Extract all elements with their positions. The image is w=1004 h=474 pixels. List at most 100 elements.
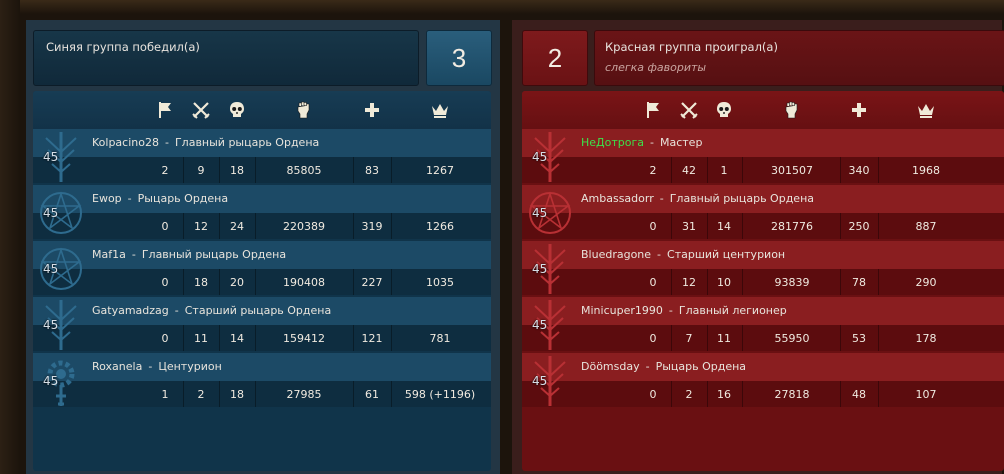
stat-points: 598 (+1196) <box>404 388 476 401</box>
player-name[interactable]: Döömsday <box>581 360 640 373</box>
player-name-line: Ewop - Рыцарь Ордена <box>92 192 228 205</box>
player-level: 45 <box>43 150 59 164</box>
column-divider <box>742 269 743 295</box>
player-row[interactable]: 45 НеДотрога - Мастер 2 42 1 301507 340 1968 <box>522 129 1004 185</box>
player-name[interactable]: Minicuper1990 <box>581 304 663 317</box>
stat-deaths: 14 <box>230 332 244 345</box>
column-divider <box>742 381 743 407</box>
blue-team-panel: Синяя группа победил(а) 3 45 Kolpacino28-… <box>26 20 500 474</box>
player-name[interactable]: Ambassadorr <box>581 192 654 205</box>
red-team-title: Красная группа проиграл(а) <box>605 40 778 54</box>
column-divider <box>183 325 184 351</box>
stat-flags: 0 <box>161 220 169 233</box>
player-level: 45 <box>532 318 548 332</box>
column-divider <box>219 213 220 239</box>
stat-points: 1267 <box>426 164 454 177</box>
player-name[interactable]: Bluedragone <box>581 248 651 261</box>
red-team-score: 2 <box>522 30 588 86</box>
player-level: 45 <box>43 262 59 276</box>
fist-icon <box>294 100 314 120</box>
stat-flags: 2 <box>161 164 169 177</box>
player-rank: Главный рыцарь Ордена <box>141 248 287 261</box>
crossed-swords-icon <box>679 100 699 120</box>
column-divider <box>671 325 672 351</box>
column-divider <box>255 325 256 351</box>
column-divider <box>255 381 256 407</box>
column-divider <box>707 269 708 295</box>
player-row[interactable]: 45 Gatyamadzag - Старший рыцарь Ордена 0 11 14… <box>33 297 491 353</box>
stat-damage: 301507 <box>771 164 813 177</box>
player-row[interactable]: 45 Kolpacino28- Главный рыцарь Ордена 2 9 18 8… <box>33 129 491 185</box>
player-rank: Старший рыцарь Ордена <box>184 304 332 317</box>
column-divider <box>219 381 220 407</box>
player-rank: Главный рыцарь Ордена <box>174 136 320 149</box>
player-name-line: Roxanela - Центурион <box>92 360 222 373</box>
player-name[interactable]: НеДотрога <box>581 136 644 149</box>
stat-damage: 93839 <box>774 276 810 289</box>
column-divider <box>742 213 743 239</box>
column-divider <box>353 325 354 351</box>
stat-flags: 0 <box>161 276 169 289</box>
stat-deaths: 18 <box>230 164 244 177</box>
stat-kills: 9 <box>197 164 205 177</box>
column-divider <box>219 269 220 295</box>
column-divider <box>353 213 354 239</box>
player-level: 45 <box>532 150 548 164</box>
player-row[interactable]: 45 Döömsday - Рыцарь Ордена 0 2 16 27818 48 107 <box>522 353 1004 409</box>
player-name[interactable]: Ewop <box>92 192 122 205</box>
player-level: 45 <box>532 206 548 220</box>
stat-kills: 11 <box>194 332 208 345</box>
plus-icon <box>849 100 869 120</box>
column-divider <box>878 157 879 183</box>
player-row[interactable]: 45 Ewop - Рыцарь Ордена 0 12 24 220389 319 1266 <box>33 185 491 241</box>
stat-heal: 121 <box>361 332 383 345</box>
crown-icon <box>916 100 936 120</box>
player-row[interactable]: 45 Ambassadorr - Главный рыцарь Ордена 0 31 14… <box>522 185 1004 241</box>
player-name[interactable]: Gatyamadzag <box>92 304 169 317</box>
column-divider <box>255 269 256 295</box>
player-name[interactable]: Kolpacino28 <box>92 136 159 149</box>
column-divider <box>219 325 220 351</box>
column-divider <box>353 269 354 295</box>
stat-points: 887 <box>915 220 937 233</box>
stat-flags: 0 <box>161 332 169 345</box>
name-rank-separator: - <box>650 136 654 149</box>
window-frame-left <box>0 0 20 474</box>
player-level: 45 <box>532 374 548 388</box>
player-name[interactable]: Roxanela <box>92 360 142 373</box>
player-name-line: Maf1a - Главный рыцарь Ордена <box>92 248 286 261</box>
flag-icon <box>643 100 663 120</box>
stat-points: 1266 <box>426 220 454 233</box>
name-rank-separator: - <box>164 136 169 149</box>
stat-heal: 340 <box>848 164 870 177</box>
blue-team-table: 45 Kolpacino28- Главный рыцарь Ордена 2 9 18 8… <box>33 91 491 471</box>
column-divider <box>671 269 672 295</box>
blue-table-header <box>33 91 491 129</box>
stat-heal: 78 <box>852 276 866 289</box>
player-row[interactable]: 45 Minicuper1990- Главный легионер 0 7 11 5595… <box>522 297 1004 353</box>
fist-icon <box>782 100 802 120</box>
column-divider <box>840 325 841 351</box>
column-divider <box>391 381 392 407</box>
player-rank: Старший центурион <box>667 248 786 261</box>
player-name[interactable]: Maf1a <box>92 248 126 261</box>
column-divider <box>840 213 841 239</box>
red-team-table: 45 НеДотрога - Мастер 2 42 1 301507 340 1968 45 Amb… <box>522 91 1004 471</box>
player-stats-band <box>33 213 491 239</box>
column-divider <box>840 381 841 407</box>
player-row[interactable]: 45 Maf1a - Главный рыцарь Ордена 0 18 20 190408… <box>33 241 491 297</box>
skull-icon <box>227 100 247 120</box>
stat-kills: 2 <box>685 388 693 401</box>
stat-kills: 7 <box>685 332 693 345</box>
stat-flags: 0 <box>649 220 657 233</box>
column-divider <box>707 325 708 351</box>
window-frame-top <box>0 0 1004 14</box>
crossed-swords-icon <box>191 100 211 120</box>
player-row[interactable]: 45 Roxanela - Центурион 1 2 18 27985 61 598 (+119… <box>33 353 491 409</box>
stat-heal: 53 <box>852 332 866 345</box>
stat-deaths: 24 <box>230 220 244 233</box>
stat-kills: 2 <box>197 388 205 401</box>
player-row[interactable]: 45 Bluedragone - Старший центурион 0 12 10 9383… <box>522 241 1004 297</box>
stat-flags: 1 <box>161 388 169 401</box>
name-rank-separator: - <box>657 248 662 261</box>
